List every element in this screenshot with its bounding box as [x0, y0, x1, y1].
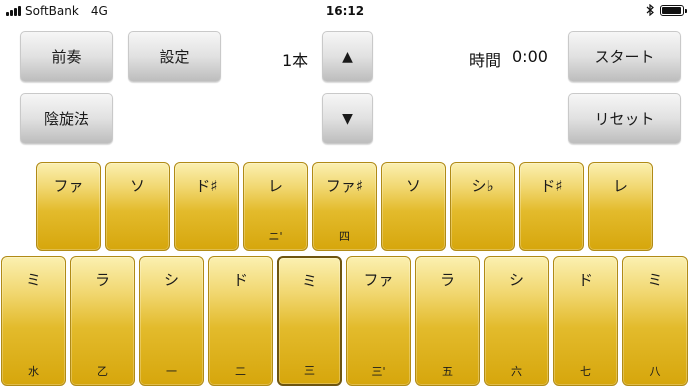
key-number: 三'	[371, 365, 386, 378]
status-bar: SoftBank 4G 16:12	[0, 0, 690, 22]
key-number: 乙	[97, 365, 108, 378]
key-upper-9[interactable]: レ	[588, 162, 653, 251]
key-note: ファ	[363, 271, 394, 289]
key-note: ファ♯	[325, 177, 364, 195]
key-note: ミ	[25, 271, 41, 289]
key-note: ファ	[53, 177, 84, 195]
key-lower-9[interactable]: ド 七	[553, 256, 618, 386]
key-upper-5[interactable]: ファ♯ 四	[312, 162, 377, 251]
key-upper-2[interactable]: ソ	[105, 162, 170, 251]
key-upper-6[interactable]: ソ	[381, 162, 446, 251]
bluetooth-icon	[646, 4, 654, 16]
key-note: レ	[267, 177, 283, 195]
start-button[interactable]: スタート	[568, 31, 681, 82]
key-note: ミ	[301, 272, 317, 290]
key-lower-8[interactable]: シ 六	[484, 256, 549, 386]
key-number: ニ'	[268, 230, 283, 243]
clock: 16:12	[325, 4, 365, 18]
pitch-down-button[interactable]: ▼	[322, 93, 373, 144]
key-number: 三	[304, 364, 315, 377]
key-note: ソ	[405, 177, 421, 195]
key-upper-4[interactable]: レ ニ'	[243, 162, 308, 251]
key-lower-3[interactable]: シ 一	[139, 256, 204, 386]
key-note: シ	[163, 271, 179, 289]
key-note: ラ	[439, 271, 455, 289]
key-number: 一	[166, 365, 177, 378]
key-note: ミ	[647, 271, 663, 289]
pitch-value: 1本	[282, 51, 309, 70]
settings-button[interactable]: 設定	[128, 31, 221, 82]
key-number: 四	[339, 230, 350, 243]
key-note: ド♯	[540, 177, 563, 195]
key-lower-7[interactable]: ラ 五	[415, 256, 480, 386]
key-lower-1[interactable]: ミ 水	[1, 256, 66, 386]
key-note: シ♭	[471, 177, 494, 195]
key-upper-3[interactable]: ド♯	[174, 162, 239, 251]
key-note: ド♯	[195, 177, 218, 195]
key-number: 六	[511, 365, 522, 378]
key-lower-2[interactable]: ラ 乙	[70, 256, 135, 386]
key-number: 七	[580, 365, 591, 378]
key-note: ド	[232, 271, 248, 289]
scale-mode-button[interactable]: 陰旋法	[20, 93, 113, 144]
pitch-up-button[interactable]: ▲	[322, 31, 373, 82]
key-upper-8[interactable]: ド♯	[519, 162, 584, 251]
key-lower-10[interactable]: ミ 八	[622, 256, 688, 386]
key-number: 二	[235, 365, 246, 378]
time-label: 時間	[469, 51, 502, 70]
time-value: 0:00	[512, 47, 548, 66]
key-note: シ	[508, 271, 524, 289]
key-lower-4[interactable]: ド 二	[208, 256, 273, 386]
key-note: ド	[577, 271, 593, 289]
key-upper-1[interactable]: ファ	[36, 162, 101, 251]
battery-icon	[660, 4, 687, 16]
key-number: 八	[649, 365, 661, 378]
key-number: 水	[28, 365, 39, 378]
key-lower-6[interactable]: ファ 三'	[346, 256, 411, 386]
key-note: レ	[612, 177, 628, 195]
status-right	[646, 4, 687, 16]
key-note: ソ	[129, 177, 145, 195]
prelude-button[interactable]: 前奏	[20, 31, 113, 82]
key-lower-5-selected[interactable]: ミ 三	[277, 256, 342, 386]
key-upper-7[interactable]: シ♭	[450, 162, 515, 251]
key-note: ラ	[94, 271, 110, 289]
reset-button[interactable]: リセット	[568, 93, 681, 144]
key-number: 五	[442, 365, 453, 378]
